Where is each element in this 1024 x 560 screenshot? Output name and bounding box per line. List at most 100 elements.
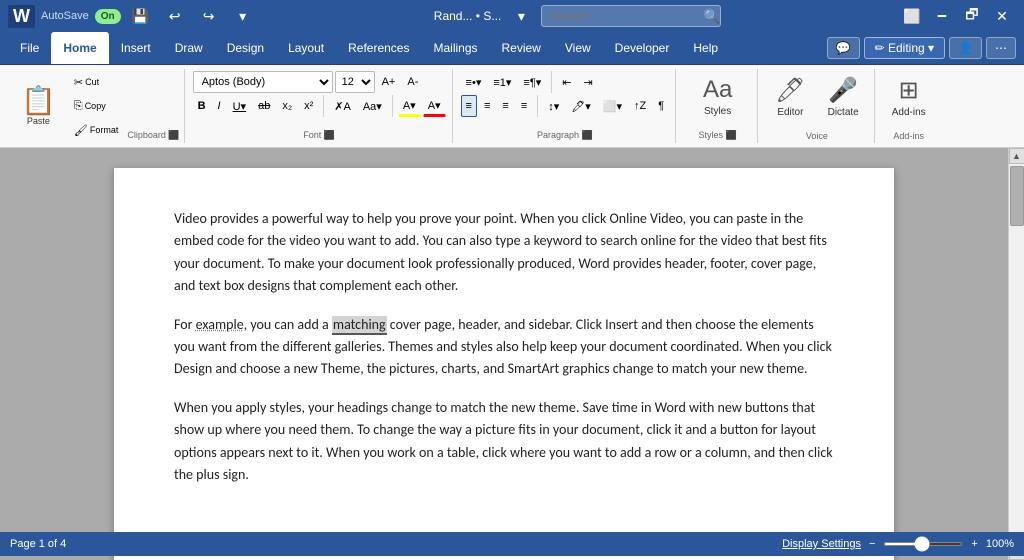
- more-options-button[interactable]: ⋯: [986, 37, 1016, 59]
- zoom-slider[interactable]: [883, 542, 963, 546]
- tab-home[interactable]: Home: [51, 32, 108, 64]
- scroll-thumb[interactable]: [1010, 166, 1024, 226]
- status-bar: Page 1 of 4 Display Settings − + 100%: [0, 532, 1024, 556]
- search-icon: 🔍: [703, 8, 720, 25]
- addins-icon: ⊞: [899, 76, 919, 105]
- format-painter-button[interactable]: 🖌 Format: [69, 119, 123, 141]
- justify-button[interactable]: ≡: [516, 95, 532, 117]
- tab-design[interactable]: Design: [215, 32, 276, 64]
- subscript-button[interactable]: x₂: [277, 95, 297, 117]
- addins-group: ⊞ Add-ins Add-ins: [877, 69, 941, 143]
- title-dropdown-button[interactable]: ▾: [507, 2, 535, 30]
- voice-group-label: Voice: [766, 129, 868, 141]
- minimize-button[interactable]: 🗕: [928, 2, 956, 30]
- font-color-button[interactable]: A▾: [423, 95, 446, 117]
- ribbon-tab-right: 💬 ✏ Editing ▾ 👤 ⋯: [827, 37, 1016, 59]
- dictate-button[interactable]: 🎤 Dictate: [819, 71, 868, 123]
- scroll-up-button[interactable]: ▲: [1009, 148, 1024, 164]
- numbering-button[interactable]: ≡1▾: [488, 71, 516, 93]
- align-center-button[interactable]: ≡: [479, 95, 495, 117]
- word-matching: matching: [332, 316, 387, 335]
- restore-button[interactable]: 🗗: [958, 2, 986, 30]
- title-bar: W AutoSave On 💾 ↩ ↪ ▾ Rand... • S... ▾ 🔍…: [0, 0, 1024, 32]
- clipboard-small-buttons: ✂ Cut ⎘ Copy 🖌 Format: [69, 71, 123, 141]
- dictate-label: Dictate: [828, 107, 859, 118]
- styles-label: Styles: [704, 106, 731, 117]
- multilevel-list-button[interactable]: ≡¶▾: [518, 71, 546, 93]
- line-spacing-button[interactable]: ↕▾: [543, 95, 564, 117]
- ribbon-content: 📋 Paste ✂ Cut ⎘ Copy 🖌 Format Clipboard …: [0, 65, 1024, 148]
- vertical-scrollbar[interactable]: ▲ ▼: [1008, 148, 1024, 560]
- superscript-button[interactable]: x²: [299, 95, 318, 117]
- styles-group: Aa Styles Styles ⬛: [678, 69, 758, 143]
- cut-button[interactable]: ✂ Cut: [69, 71, 123, 93]
- tab-references[interactable]: References: [336, 32, 421, 64]
- zoom-level: 100%: [986, 538, 1014, 550]
- italic-button[interactable]: I: [213, 95, 226, 117]
- increase-indent-button[interactable]: ⇥: [578, 71, 597, 93]
- font-group-label: Font ⬛: [193, 128, 446, 141]
- decrease-font-button[interactable]: A-: [402, 71, 423, 93]
- paste-button[interactable]: 📋 Paste: [12, 82, 65, 131]
- bullets-button[interactable]: ≡•▾: [461, 71, 487, 93]
- styles-group-label: Styles ⬛: [684, 128, 751, 141]
- document-outer: Video provides a powerful way to help yo…: [0, 148, 1024, 560]
- font-size-select[interactable]: 12 10 11 14 16: [335, 71, 375, 93]
- editor-label: Editor: [777, 107, 803, 118]
- word-logo-icon: W: [8, 5, 35, 28]
- increase-font-button[interactable]: A+: [377, 71, 401, 93]
- close-button[interactable]: ✕: [988, 2, 1016, 30]
- autosave-label: AutoSave: [41, 10, 89, 22]
- paragraph-2: For example, you can add a matching cove…: [174, 314, 834, 381]
- clear-format-button[interactable]: ✗A: [329, 95, 356, 117]
- paragraph-1: Video provides a powerful way to help yo…: [174, 208, 834, 298]
- copy-button[interactable]: ⎘ Copy: [69, 95, 123, 117]
- tab-layout[interactable]: Layout: [276, 32, 336, 64]
- search-input[interactable]: [541, 5, 721, 27]
- align-left-button[interactable]: ≡: [461, 95, 477, 117]
- display-settings-button[interactable]: Display Settings: [782, 538, 861, 550]
- highlight-color-button[interactable]: A▾: [398, 95, 421, 117]
- editor-button[interactable]: 🖊 Editor: [766, 71, 814, 123]
- tab-developer[interactable]: Developer: [603, 32, 682, 64]
- comment-button[interactable]: 💬: [827, 37, 860, 59]
- ribbon-display-icon[interactable]: ⬜: [898, 2, 926, 30]
- change-case-button[interactable]: Aa▾: [358, 95, 387, 117]
- tab-help[interactable]: Help: [681, 32, 730, 64]
- show-hide-button[interactable]: ¶: [653, 95, 669, 117]
- save-button[interactable]: 💾: [127, 2, 155, 30]
- undo-button[interactable]: ↩: [161, 2, 189, 30]
- decrease-indent-button[interactable]: ⇤: [557, 71, 576, 93]
- tab-draw[interactable]: Draw: [163, 32, 215, 64]
- customize-toolbar-button[interactable]: ▾: [229, 2, 257, 30]
- ribbon-tabs: File Home Insert Draw Design Layout Refe…: [0, 32, 1024, 64]
- tab-mailings[interactable]: Mailings: [421, 32, 489, 64]
- title-bar-center: Rand... • S... ▾ 🔍: [257, 2, 898, 30]
- zoom-minus-button[interactable]: −: [869, 538, 875, 550]
- document-scroll-area[interactable]: Video provides a powerful way to help yo…: [0, 148, 1008, 560]
- tab-file[interactable]: File: [8, 32, 51, 64]
- document-title: Rand... • S...: [434, 9, 502, 23]
- zoom-plus-button[interactable]: +: [971, 538, 977, 550]
- borders-button[interactable]: ⬜▾: [598, 95, 627, 117]
- tab-view[interactable]: View: [553, 32, 603, 64]
- bold-button[interactable]: B: [193, 95, 211, 117]
- paragraph-group-label: Paragraph ⬛: [461, 128, 670, 141]
- underline-button[interactable]: U▾: [228, 95, 251, 117]
- align-right-button[interactable]: ≡: [497, 95, 513, 117]
- font-family-select[interactable]: Aptos (Body): [193, 71, 333, 93]
- tab-insert[interactable]: Insert: [109, 32, 163, 64]
- addins-group-label: Add-ins: [883, 129, 935, 141]
- redo-button[interactable]: ↪: [195, 2, 223, 30]
- addins-button[interactable]: ⊞ Add-ins: [883, 71, 935, 123]
- page-info: Page 1 of 4: [10, 538, 66, 550]
- styles-icon: Aa: [703, 76, 732, 104]
- shading-button[interactable]: 🖊▾: [566, 95, 596, 117]
- tab-review[interactable]: Review: [490, 32, 553, 64]
- share-button[interactable]: 👤: [949, 37, 982, 59]
- styles-button[interactable]: Aa Styles: [694, 71, 741, 122]
- sort-button[interactable]: ↑Z: [629, 95, 651, 117]
- editing-mode-button[interactable]: ✏ Editing ▾: [864, 37, 945, 59]
- strikethrough-button[interactable]: ab: [253, 95, 275, 117]
- autosave-toggle[interactable]: On: [95, 9, 121, 24]
